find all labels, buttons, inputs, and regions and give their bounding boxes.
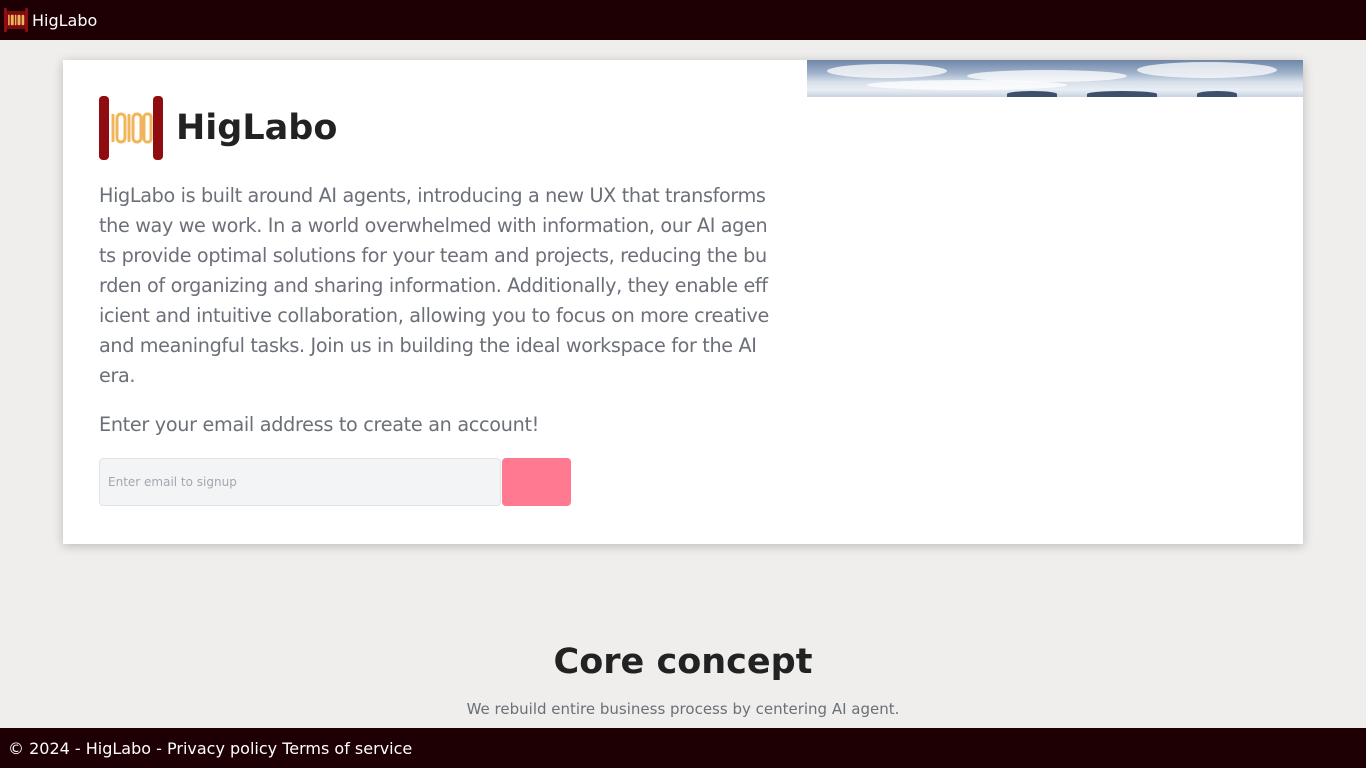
core-concept-section: Core concept We rebuild entire business … — [0, 640, 1366, 718]
hero-description: HigLabo is built around AI agents, intro… — [99, 184, 769, 387]
email-signup-input[interactable] — [99, 458, 501, 506]
higlabo-logo-icon[interactable] — [4, 8, 28, 32]
top-navbar: HigLabo — [0, 0, 1366, 40]
footer: © 2024 - HigLabo - Privacy policy Terms … — [0, 728, 1366, 768]
hero-title-row: HigLabo — [99, 96, 771, 160]
hero-sky-image — [807, 60, 1303, 97]
page-title: HigLabo — [176, 108, 338, 148]
higlabo-logo-icon — [99, 96, 163, 160]
footer-copyright: © 2024 - HigLabo - — [8, 738, 162, 758]
signup-button[interactable] — [502, 458, 571, 506]
hero-content: HigLabo HigLabo is built around AI agent… — [99, 96, 771, 506]
terms-of-service-link[interactable]: Terms of service — [282, 739, 412, 758]
signup-form — [99, 458, 771, 506]
section-heading: Core concept — [553, 642, 813, 682]
navbar-brand[interactable]: HigLabo — [32, 11, 97, 30]
signup-prompt: Enter your email address to create an ac… — [99, 413, 540, 436]
hero-card: HigLabo HigLabo is built around AI agent… — [63, 60, 1303, 544]
privacy-policy-link[interactable]: Privacy policy — [167, 739, 277, 758]
section-subheading: We rebuild entire business process by ce… — [466, 700, 900, 718]
